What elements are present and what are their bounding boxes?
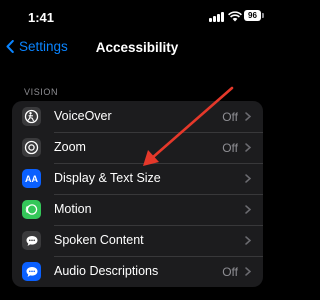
row-value: Off (222, 265, 238, 279)
row-spoken-content[interactable]: Spoken Content (12, 225, 263, 256)
row-label: Zoom (54, 140, 86, 154)
row-motion[interactable]: Motion (12, 194, 263, 225)
row-label: Display & Text Size (54, 171, 161, 185)
chevron-right-icon (245, 174, 251, 183)
status-bar: 1:41 96 (0, 0, 274, 34)
row-label: Spoken Content (54, 233, 144, 247)
audio-description-icon (22, 262, 41, 281)
motion-icon (22, 200, 41, 219)
chevron-right-icon (245, 267, 251, 276)
wifi-icon (228, 11, 242, 22)
navigation-bar: Settings Accessibility (0, 34, 274, 64)
status-time: 1:41 (28, 10, 55, 25)
row-value: Off (222, 110, 238, 124)
row-value: Off (222, 141, 238, 155)
chevron-right-icon (245, 236, 251, 245)
zoom-icon (22, 138, 41, 157)
chevron-right-icon (245, 143, 251, 152)
chevron-right-icon (245, 205, 251, 214)
row-zoom[interactable]: Zoom Off (12, 132, 263, 163)
row-display-text-size[interactable]: AA Display & Text Size (12, 163, 263, 194)
vision-settings-group: VoiceOver Off Zoom Off AA Display & Text… (12, 101, 263, 287)
page-title: Accessibility (95, 40, 179, 55)
row-voiceover[interactable]: VoiceOver Off (12, 101, 263, 132)
battery-indicator: 96 (244, 10, 264, 21)
cellular-signal-icon (209, 12, 224, 22)
row-audio-descriptions[interactable]: Audio Descriptions Off (12, 256, 263, 287)
section-header-vision: VISION (24, 87, 59, 97)
row-label: Audio Descriptions (54, 264, 159, 278)
row-label: VoiceOver (54, 109, 112, 123)
voiceover-icon (22, 107, 41, 126)
row-label: Motion (54, 202, 92, 216)
chevron-right-icon (245, 112, 251, 121)
text-size-icon: AA (22, 169, 41, 188)
speech-bubble-icon (22, 231, 41, 250)
